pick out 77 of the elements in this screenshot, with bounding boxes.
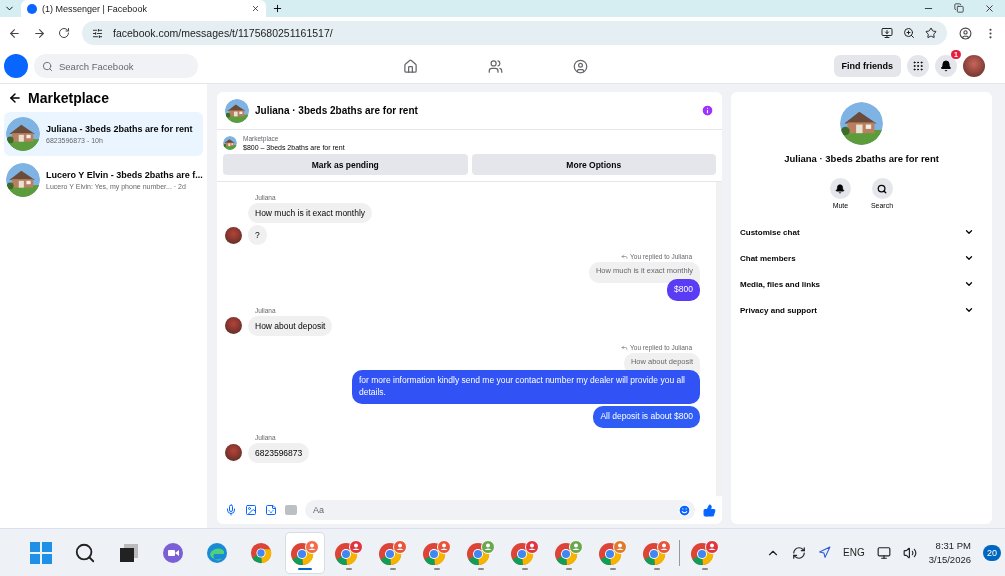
search-icon	[74, 541, 96, 564]
image-icon[interactable]	[245, 504, 257, 516]
message-bubble: How about deposit	[248, 315, 333, 336]
action-button[interactable]: More Options	[471, 154, 716, 175]
search-icon	[877, 183, 887, 194]
close-icon[interactable]	[984, 3, 995, 14]
sync-icon[interactable]	[792, 545, 807, 560]
sticker-icon[interactable]	[265, 504, 277, 516]
message-bubble: 6823596873	[248, 442, 310, 463]
facebook-logo[interactable]	[4, 54, 28, 78]
bookmark-icon[interactable]	[925, 27, 937, 39]
facebook-icon	[27, 3, 37, 14]
windows-icon	[30, 541, 52, 564]
conversation-name: Lucero Y Elvin - 3beds 2baths are f...	[46, 170, 201, 180]
section-item[interactable]: Customise chat	[731, 219, 992, 245]
url-text: facebook.com/messages/t/1175680251161517/	[113, 27, 334, 39]
clock[interactable]: 8:31 PM 3/15/2026	[928, 540, 971, 565]
new-tab-icon[interactable]	[272, 3, 283, 14]
message-bubble: ?	[248, 225, 267, 245]
conversation-title: Juliana · 3beds 2baths are for rent	[784, 153, 939, 164]
microphone-icon[interactable]	[225, 504, 237, 516]
chevron-icon	[964, 279, 974, 289]
search-field[interactable]: Search Facebook	[34, 54, 198, 78]
groups-icon[interactable]	[573, 58, 588, 74]
message-bubble: for more information kindly send me your contact number my dealer will provide you all details.	[352, 369, 700, 404]
search-button[interactable]	[871, 178, 893, 199]
action-button[interactable]: Mark as pending	[223, 154, 468, 175]
bell-icon	[940, 60, 952, 72]
forward-icon[interactable]	[33, 26, 46, 40]
section-item[interactable]: Chat members	[731, 245, 992, 271]
video-chat-icon	[162, 541, 184, 564]
menu-button[interactable]	[907, 55, 929, 77]
address-bar[interactable]: facebook.com/messages/t/1175680251161517/	[82, 21, 947, 45]
chrome-icon	[250, 541, 272, 564]
language-indicator[interactable]: ENG	[843, 547, 865, 558]
volume-icon[interactable]	[902, 545, 917, 560]
find-friends-button[interactable]: Find friends	[833, 55, 901, 77]
grid-icon	[912, 60, 924, 72]
section-item[interactable]: Media, files and links	[731, 271, 992, 297]
reply-icon	[621, 253, 629, 260]
emoji-icon[interactable]	[678, 503, 691, 517]
avatar[interactable]	[963, 55, 985, 77]
friends-icon[interactable]	[488, 58, 503, 74]
task-view-icon	[119, 542, 139, 563]
like-icon[interactable]	[703, 503, 716, 517]
browser-tab[interactable]: (1) Messenger | Facebook	[21, 0, 266, 17]
reload-icon[interactable]	[58, 27, 70, 39]
message-bubble: How much is it exact monthly	[248, 203, 373, 223]
chevron-icon	[964, 305, 974, 315]
location-icon[interactable]	[818, 546, 832, 559]
restore-icon[interactable]	[954, 3, 964, 13]
reply-icon	[621, 343, 629, 351]
close-icon[interactable]	[251, 4, 260, 13]
home-icon[interactable]	[403, 58, 418, 74]
back-icon[interactable]	[8, 26, 21, 40]
message-bubble: $800	[667, 279, 700, 301]
section-item[interactable]: Privacy and support	[731, 297, 992, 323]
chat-title: Juliana · 3beds 2baths are for rent	[255, 105, 418, 116]
back-icon[interactable]	[8, 91, 22, 105]
conversation-name: Juliana - 3beds 2baths are for rent	[46, 124, 193, 134]
network-icon[interactable]	[876, 545, 891, 560]
search-icon	[42, 60, 53, 72]
profile-icon[interactable]	[959, 26, 972, 40]
bell-icon	[835, 183, 846, 194]
install-icon[interactable]	[881, 27, 893, 39]
chevron-icon	[964, 253, 974, 263]
zoom-icon[interactable]	[903, 27, 915, 39]
info-icon[interactable]	[701, 104, 714, 117]
notifications-button[interactable]	[935, 55, 957, 77]
notification-badge[interactable]: 20	[983, 544, 1001, 561]
message-bubble: All deposit is about $800	[593, 405, 700, 428]
site-settings-icon[interactable]	[92, 27, 103, 39]
mute-button[interactable]	[829, 178, 851, 199]
edge-icon	[206, 541, 228, 564]
chevron-icon	[964, 227, 974, 237]
sidebar-title: Marketplace	[28, 90, 109, 106]
message-field[interactable]: Aa	[305, 500, 695, 520]
